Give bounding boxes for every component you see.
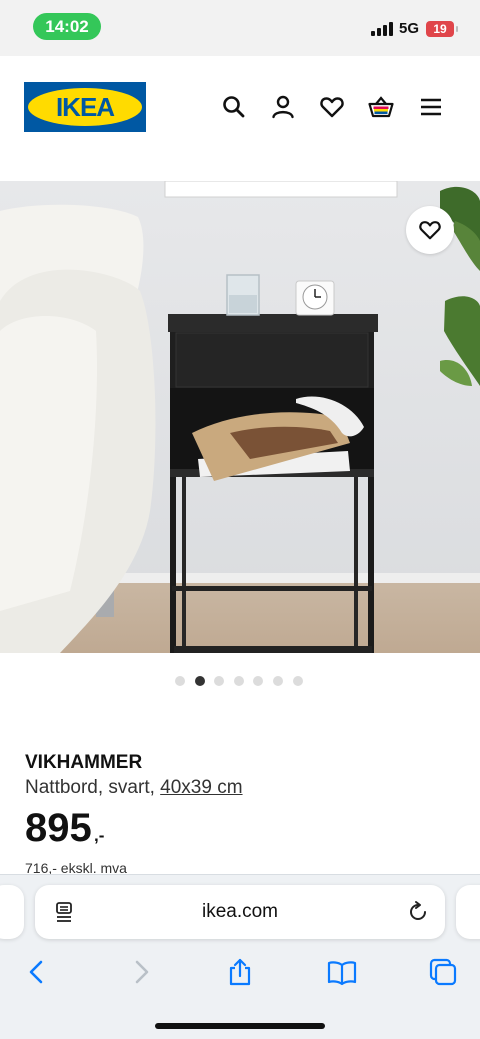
logo-oval: IKEA [28,88,142,126]
bookmarks-icon[interactable] [326,957,357,987]
browser-toolbar: ikea.com [0,874,480,1039]
carousel-dot[interactable] [175,676,185,686]
battery-icon: 19 [426,21,458,37]
address-bar[interactable]: ikea.com [35,885,445,939]
previous-tab-preview[interactable] [0,885,24,939]
logo-text: IKEA [55,92,115,122]
price-suffix: ,- [94,826,105,845]
signal-icon [371,22,393,36]
tabs-icon[interactable] [428,957,458,987]
heart-icon [419,221,441,240]
carousel-dot[interactable] [292,676,303,686]
carousel-dot[interactable] [253,676,264,686]
carousel-dot[interactable] [273,676,283,686]
forward-icon[interactable] [126,957,156,987]
search-icon[interactable] [221,94,247,120]
carousel-dot[interactable] [214,676,225,686]
status-bar: 14:02 5G 19 [0,0,480,56]
url-text: ikea.com [201,901,279,922]
next-tab-preview[interactable] [456,885,480,939]
screen: 14:02 5G 19 IKEA VIKHAMMER Nattbord, sva… [0,0,480,1039]
back-icon[interactable] [22,957,52,987]
battery-level: 19 [433,22,447,36]
product-image[interactable] [0,181,480,653]
carousel-dot[interactable] [194,676,205,686]
network-label: 5G [399,20,420,37]
product-name: VIKHAMMER [25,752,143,773]
page-menu-icon[interactable] [53,900,77,924]
basket-icon[interactable] [368,94,394,120]
site-header: IKEA [0,56,480,181]
product-description: Nattbord, svart, 40x39 cm [25,777,243,799]
heart-icon[interactable] [319,94,345,120]
share-icon[interactable] [225,957,255,987]
carousel-dot[interactable] [233,676,244,686]
reload-icon[interactable] [406,900,430,924]
menu-icon[interactable] [418,94,444,120]
product-size-link[interactable]: 40x39 cm [160,777,242,798]
status-time: 14:02 [33,13,101,40]
user-icon[interactable] [270,94,296,120]
ikea-logo[interactable]: IKEA [24,82,146,132]
product-price: 895 [25,806,92,850]
product-type: Nattbord, svart, [25,777,161,798]
home-indicator[interactable] [155,1023,325,1029]
save-to-favorites-button[interactable] [406,206,454,254]
